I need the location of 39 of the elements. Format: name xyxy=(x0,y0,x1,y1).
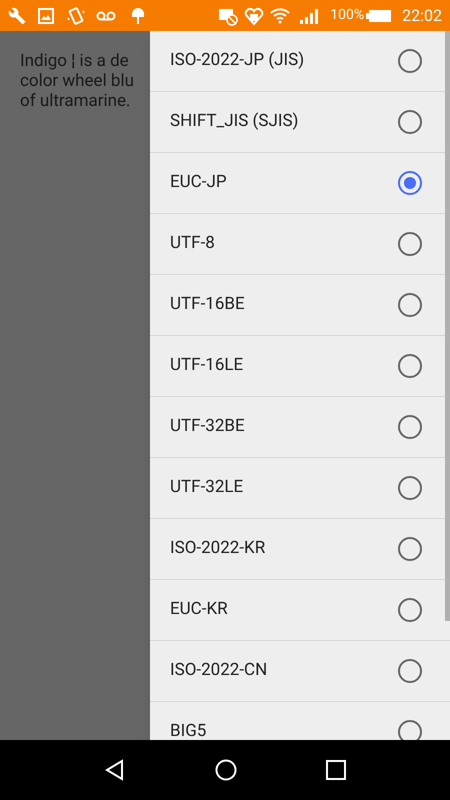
radio-button[interactable] xyxy=(398,171,422,195)
wrench-icon xyxy=(8,6,26,24)
radio-button[interactable] xyxy=(398,659,422,683)
radio-button[interactable] xyxy=(398,354,422,378)
radio-button[interactable] xyxy=(398,232,422,256)
article-text-line: of ultramarine. xyxy=(20,91,130,111)
vibrate-icon xyxy=(66,6,86,26)
option-label: ISO-2022-CN xyxy=(170,659,268,682)
option-label: ISO-2022-JP (JIS) xyxy=(170,49,306,72)
radio-button[interactable] xyxy=(398,598,422,622)
signal-icon xyxy=(300,8,318,24)
radio-button[interactable] xyxy=(398,49,422,73)
option-label: SHIFT_JIS (SJIS) xyxy=(170,110,300,134)
image-icon xyxy=(38,8,54,24)
radio-button[interactable] xyxy=(398,415,422,439)
radio-button[interactable] xyxy=(398,293,422,317)
radio-button[interactable] xyxy=(398,110,422,134)
article-text-line: Indigo ¦ is a de xyxy=(20,51,129,71)
option-label: UTF-16BE xyxy=(170,293,246,316)
wifi-icon xyxy=(270,8,290,24)
option-label: UTF-32BE xyxy=(170,415,246,438)
clock: 22:02 xyxy=(402,4,442,26)
voicemail-icon xyxy=(96,10,116,22)
option-label: UTF-16LE xyxy=(170,354,244,378)
battery-icon xyxy=(366,8,392,22)
home-icon[interactable] xyxy=(214,759,237,781)
option-label: EUC-KR xyxy=(170,598,229,622)
encoding-option[interactable]: ISO-2022-CN xyxy=(150,641,450,702)
radio-button[interactable] xyxy=(398,476,422,500)
article-text-line: color wheel blu xyxy=(20,71,134,91)
option-label: EUC-JP xyxy=(170,171,228,194)
heart-icon xyxy=(244,6,264,26)
option-label: ISO-2022-KR xyxy=(170,537,266,560)
recents-icon[interactable] xyxy=(326,760,346,780)
radio-button[interactable] xyxy=(398,537,422,561)
battery-percentage: 100% xyxy=(330,6,364,25)
option-label: BIG5 xyxy=(170,720,208,740)
option-label: UTF-32LE xyxy=(170,476,244,500)
option-label: UTF-8 xyxy=(170,232,216,256)
